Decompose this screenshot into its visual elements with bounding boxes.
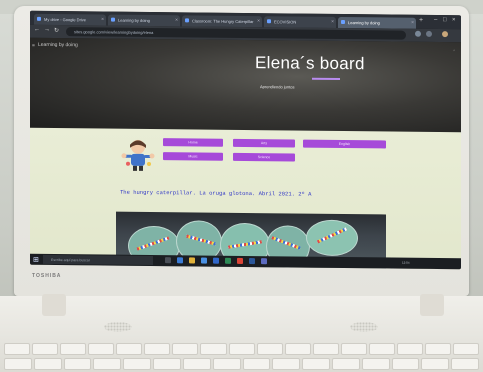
title-underline	[312, 77, 340, 80]
maximize-icon[interactable]: □	[443, 17, 447, 23]
nav-button-english[interactable]: English	[303, 139, 386, 149]
extension-icon[interactable]	[415, 30, 421, 37]
keyboard-key[interactable]	[256, 343, 283, 355]
edge-icon[interactable]	[177, 257, 183, 264]
search-icon[interactable]: ⌕	[453, 48, 455, 52]
speaker-grille-right	[350, 322, 378, 332]
mail-icon[interactable]	[213, 257, 219, 264]
close-icon[interactable]: ×	[331, 19, 334, 25]
new-tab-icon[interactable]: +	[419, 17, 423, 24]
keyboard-key[interactable]	[93, 358, 122, 370]
nav-button-science[interactable]: Science	[233, 152, 295, 162]
nav-button-home[interactable]: Home	[163, 138, 223, 147]
keyboard-row-number	[4, 358, 479, 370]
keyboard-row-function	[4, 343, 480, 355]
chrome-icon[interactable]	[237, 257, 243, 264]
keyboard-key[interactable]	[453, 343, 480, 355]
taskbar-clock[interactable]: 12:04	[402, 261, 410, 265]
task-view-icon[interactable]	[165, 257, 171, 264]
site-name[interactable]: Learning by doing	[38, 42, 78, 48]
nav-button-music[interactable]: Music	[163, 152, 223, 161]
browser-tab-2[interactable]: Learning by doing ×	[108, 14, 180, 27]
keyboard-key[interactable]	[302, 358, 330, 370]
keyboard-key[interactable]	[60, 343, 87, 355]
keyboard-key[interactable]	[88, 343, 115, 355]
nav-button-arts[interactable]: Arts	[233, 138, 295, 148]
tab-label: ECOVISION	[274, 19, 297, 25]
windows-start-icon[interactable]: ⊞	[33, 256, 39, 264]
laptop-hinge-left	[42, 294, 66, 316]
page-title: Elena´s board	[255, 53, 365, 74]
site-icon	[341, 20, 345, 25]
keyboard-key[interactable]	[153, 358, 181, 370]
classroom-icon	[185, 18, 189, 23]
keyboard-key[interactable]	[212, 358, 241, 370]
minimize-icon[interactable]: –	[434, 17, 437, 23]
browser-tab-5-active[interactable]: Learning by doing ×	[338, 16, 416, 29]
reload-icon[interactable]: ↻	[54, 27, 59, 34]
paper-leaf	[306, 219, 358, 257]
keyboard-key[interactable]	[284, 343, 311, 355]
bitmoji-avatar	[121, 139, 155, 171]
keyboard-key[interactable]	[4, 343, 31, 355]
teams-icon[interactable]	[261, 258, 267, 265]
keyboard-key[interactable]	[361, 358, 390, 370]
bookmark-icon[interactable]	[426, 30, 432, 37]
tab-label: Learning by doing	[348, 20, 380, 26]
keyboard-key[interactable]	[182, 358, 211, 370]
page-header-banner	[30, 37, 461, 133]
file-explorer-icon[interactable]	[189, 257, 195, 264]
taskbar-search-input[interactable]: Escribe aquí para buscar	[43, 254, 153, 266]
browser-tab-1[interactable]: My drive - Google Drive ×	[34, 13, 106, 26]
keyboard-key[interactable]	[391, 358, 420, 370]
close-icon[interactable]: ×	[175, 17, 178, 23]
forward-icon[interactable]: →	[44, 27, 50, 33]
browser-tab-3[interactable]: Classroom: The Hungry Caterpillar ×	[182, 15, 262, 28]
profile-avatar-icon[interactable]	[442, 31, 448, 38]
keyboard-key[interactable]	[396, 343, 423, 355]
tab-label: Classroom: The Hungry Caterpillar	[192, 18, 254, 25]
close-icon[interactable]: ×	[101, 16, 104, 22]
keyboard-key[interactable]	[4, 358, 32, 370]
keyboard-key[interactable]	[200, 343, 227, 355]
drive-icon	[37, 16, 41, 21]
store-icon[interactable]	[201, 257, 207, 264]
keyboard-key[interactable]	[123, 358, 152, 370]
laptop-screen: My drive - Google Drive × Learning by do…	[30, 10, 461, 270]
tab-label: Learning by doing	[118, 17, 150, 23]
keyboard-key[interactable]	[272, 358, 301, 370]
keyboard-key[interactable]	[421, 358, 450, 370]
keyboard-key[interactable]	[312, 343, 339, 355]
close-window-icon[interactable]: ×	[452, 17, 456, 23]
page-subtitle: Aprendiendo juntos	[260, 84, 295, 90]
close-icon[interactable]: ×	[411, 20, 414, 26]
keyboard-key[interactable]	[340, 343, 367, 355]
keyboard-key[interactable]	[116, 343, 143, 355]
laptop-hinge-right	[420, 294, 444, 316]
keyboard-key[interactable]	[32, 343, 59, 355]
keyboard-key[interactable]	[451, 358, 479, 370]
keyboard-key[interactable]	[424, 343, 451, 355]
back-icon[interactable]: ←	[34, 27, 40, 33]
keyboard-key[interactable]	[63, 358, 92, 370]
menu-icon[interactable]: ≡	[32, 43, 35, 49]
keyboard-key[interactable]	[172, 343, 199, 355]
site-icon	[267, 19, 271, 24]
site-icon	[111, 17, 115, 22]
keyboard-key[interactable]	[228, 343, 255, 355]
keyboard-key[interactable]	[33, 358, 62, 370]
tab-label: My drive - Google Drive	[44, 16, 87, 23]
keyboard-key[interactable]	[242, 358, 271, 370]
keyboard-key[interactable]	[144, 343, 171, 355]
browser-tab-4[interactable]: ECOVISION ×	[264, 16, 336, 28]
word-icon[interactable]	[249, 258, 255, 265]
keyboard-key[interactable]	[331, 358, 360, 370]
speaker-grille-left	[104, 322, 132, 332]
close-icon[interactable]: ×	[257, 18, 260, 24]
keyboard-key[interactable]	[368, 343, 395, 355]
laptop-brand-logo: TOSHIBA	[32, 273, 62, 279]
app-icon[interactable]	[225, 257, 231, 264]
